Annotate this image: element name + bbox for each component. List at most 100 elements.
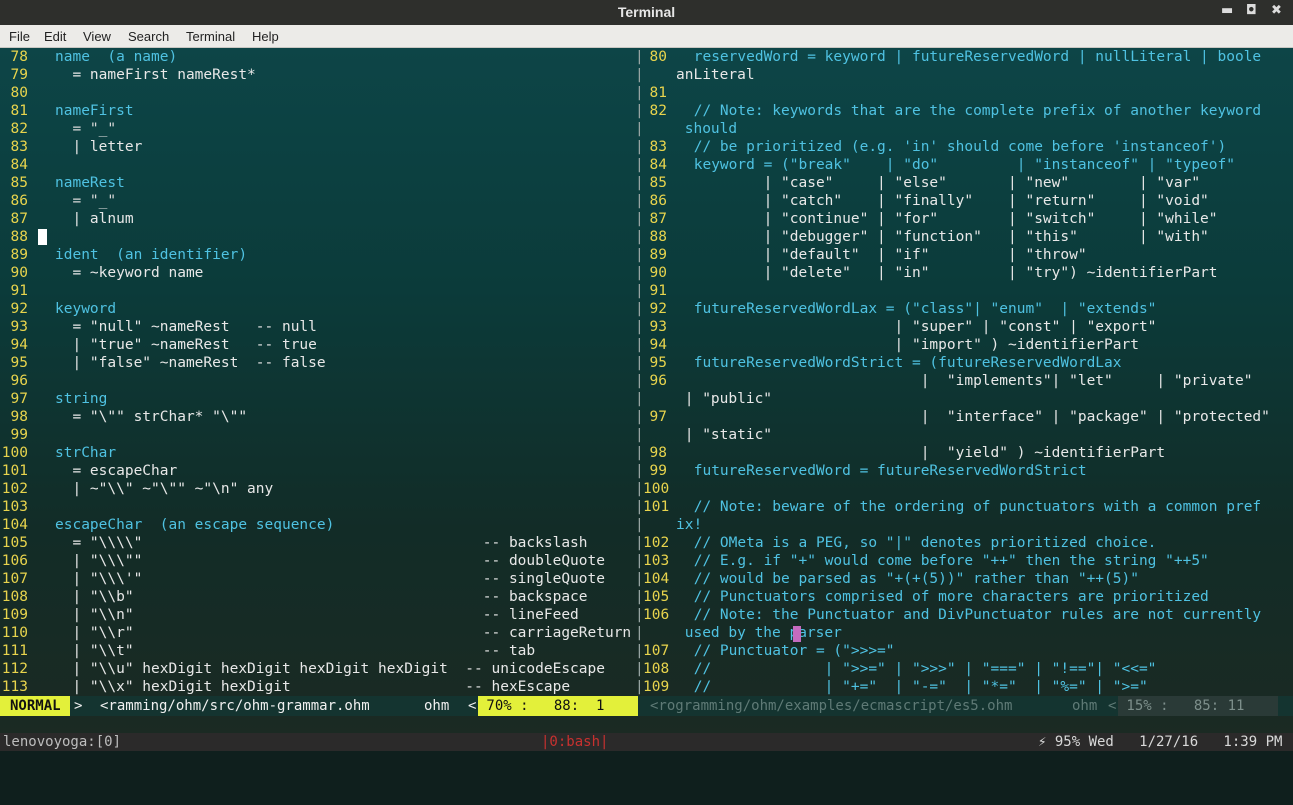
- line-number: 100: [1, 445, 28, 461]
- code-text: futureReservedWordStrict = (futureReserv…: [685, 355, 1122, 371]
- tmux-session: lenovoyoga:[0]: [3, 734, 122, 750]
- line-number: 94: [649, 337, 667, 353]
- line-number: 87: [649, 211, 667, 227]
- right-pane-cursor: [793, 626, 801, 642]
- line-number: 101: [643, 499, 670, 515]
- code-text: | "true" ~nameRest -- true: [55, 337, 317, 353]
- line-number: 80: [649, 49, 667, 65]
- vim-statusline: NORMAL > <ramming/ohm/src/ohm-grammar.oh…: [0, 696, 1293, 716]
- right-file-path[interactable]: <rogramming/ohm/examples/ecmascript/es5.…: [650, 696, 1012, 716]
- minimize-icon[interactable]: ▬: [1221, 3, 1233, 18]
- line-number: 88: [10, 229, 28, 245]
- code-text: string: [55, 391, 108, 407]
- code-text: futureReservedWord = futureReservedWordS…: [685, 463, 1087, 479]
- code-text: | letter: [55, 139, 143, 155]
- line-number: 105: [1, 535, 28, 551]
- line-number: 82: [649, 103, 667, 119]
- code-text: // | ">>=" | ">>>" | "===" | "!=="| "<<=…: [685, 661, 1157, 677]
- line-number: 86: [649, 193, 667, 209]
- code-text: | "public": [676, 391, 773, 407]
- line-number: 108: [1, 589, 28, 605]
- line-number: 80: [10, 85, 28, 101]
- tmux-window-tab[interactable]: |0:bash|: [541, 733, 608, 751]
- line-number: 109: [643, 679, 670, 695]
- right-filetype: ohm: [1072, 698, 1098, 714]
- code-text: // Punctuator = (">>>=": [685, 643, 895, 659]
- left-separator: >: [74, 698, 83, 714]
- code-text: // Note: keywords that are the complete …: [685, 103, 1262, 119]
- line-number: 96: [649, 373, 667, 389]
- left-file-path[interactable]: <ramming/ohm/src/ohm-grammar.ohm: [100, 696, 370, 716]
- code-text: = nameFirst nameRest*: [55, 67, 256, 83]
- code-text: ix!: [676, 517, 703, 533]
- code-text: | "continue" | "for" | "switch" | "while…: [685, 211, 1218, 227]
- line-number: 99: [10, 427, 28, 443]
- code-text: ident (an identifier): [55, 247, 248, 263]
- menu-terminal[interactable]: Terminal: [186, 29, 235, 44]
- menu-edit[interactable]: Edit: [44, 29, 66, 44]
- window-title: Terminal: [617, 4, 676, 20]
- line-number: 92: [649, 301, 667, 317]
- code-text: // | "+=" | "-=" | "*=" | "%=" | ">=": [685, 679, 1148, 695]
- line-number: 83: [10, 139, 28, 155]
- code-text: | "import" ) ~identifierPart: [685, 337, 1139, 353]
- line-number: 98: [649, 445, 667, 461]
- code-text: = "_": [55, 193, 117, 209]
- maximize-icon[interactable]: ◘: [1246, 3, 1257, 18]
- line-number: 81: [10, 103, 28, 119]
- code-text: | "yield" ) ~identifierPart: [685, 445, 1166, 461]
- menu-view[interactable]: View: [83, 29, 111, 44]
- right-position-separator: <: [1108, 698, 1117, 714]
- line-number: 100: [643, 481, 670, 497]
- tmux-status-right: ⚡ 95% Wed 1/27/16 1:39 PM: [1038, 734, 1283, 750]
- code-text: | "debugger" | "function" | "this" | "wi…: [685, 229, 1209, 245]
- line-number: 103: [1, 499, 28, 515]
- code-text: | "\\\'" -- singleQuote: [55, 571, 605, 587]
- code-text: strChar: [55, 445, 117, 461]
- line-number: 113: [1, 679, 28, 695]
- code-text: = "\"" strChar* "\"": [55, 409, 248, 425]
- left-position-separator: <: [468, 698, 477, 714]
- line-number: 106: [1, 553, 28, 569]
- code-text: keyword = ("break" | "do" | "instanceof"…: [685, 157, 1235, 173]
- code-text: = "\\\\" -- backslash: [55, 535, 588, 551]
- code-text: = "null" ~nameRest -- null: [55, 319, 317, 335]
- line-number: 101: [1, 463, 28, 479]
- line-number: 96: [10, 373, 28, 389]
- line-number: 102: [1, 481, 28, 497]
- terminal-area[interactable]: 78 name (a name) 79 = nameFirst nameRest* 8…: [0, 48, 1293, 736]
- right-editor-pane[interactable]: 80 reservedWord = keyword | futureReserv…: [643, 48, 1293, 696]
- code-text: | "\\t" -- tab: [55, 643, 536, 659]
- code-text: name (a name): [55, 49, 178, 65]
- close-icon[interactable]: ✖: [1271, 3, 1282, 18]
- code-text: // Punctuators comprised of more charact…: [685, 589, 1209, 605]
- line-number: 99: [649, 463, 667, 479]
- line-number: 95: [649, 355, 667, 371]
- code-text: = escapeChar: [55, 463, 178, 479]
- line-number: 108: [643, 661, 670, 677]
- line-number: 91: [649, 283, 667, 299]
- code-text: used by the parser: [676, 625, 842, 641]
- menu-help[interactable]: Help: [252, 29, 279, 44]
- menu-search[interactable]: Search: [128, 29, 169, 44]
- line-number: 79: [10, 67, 28, 83]
- left-filetype: ohm: [424, 698, 450, 714]
- line-number: 107: [1, 571, 28, 587]
- right-cursor-position: 15% : 85: 11: [1118, 696, 1278, 716]
- window-titlebar: Terminal ▬ ◘ ✖: [0, 0, 1293, 25]
- line-number: 93: [649, 319, 667, 335]
- menu-file[interactable]: File: [9, 29, 30, 44]
- code-text: | "case" | "else" | "new" | "var": [685, 175, 1201, 191]
- line-number: 93: [10, 319, 28, 335]
- left-editor-pane[interactable]: 78 name (a name) 79 = nameFirst nameRest* 8…: [0, 48, 633, 696]
- code-text: futureReservedWordLax = ("class"| "enum"…: [685, 301, 1157, 317]
- tmux-statusbar: lenovoyoga:[0] |0:bash| ⚡ 95% Wed 1/27/1…: [0, 733, 1293, 751]
- code-text: | "static": [676, 427, 773, 443]
- code-text: | ~"\\" ~"\"" ~"\n" any: [55, 481, 274, 497]
- line-number: 85: [649, 175, 667, 191]
- line-number: 105: [643, 589, 670, 605]
- code-text: // would be parsed as "+(+(5))" rather t…: [685, 571, 1139, 587]
- line-number: 78: [10, 49, 28, 65]
- line-number: 104: [1, 517, 28, 533]
- vertical-split-divider[interactable]: | | | | | | | | | | | | | | | | | | | | | | | | | | | | | | | | | | | |: [633, 48, 644, 696]
